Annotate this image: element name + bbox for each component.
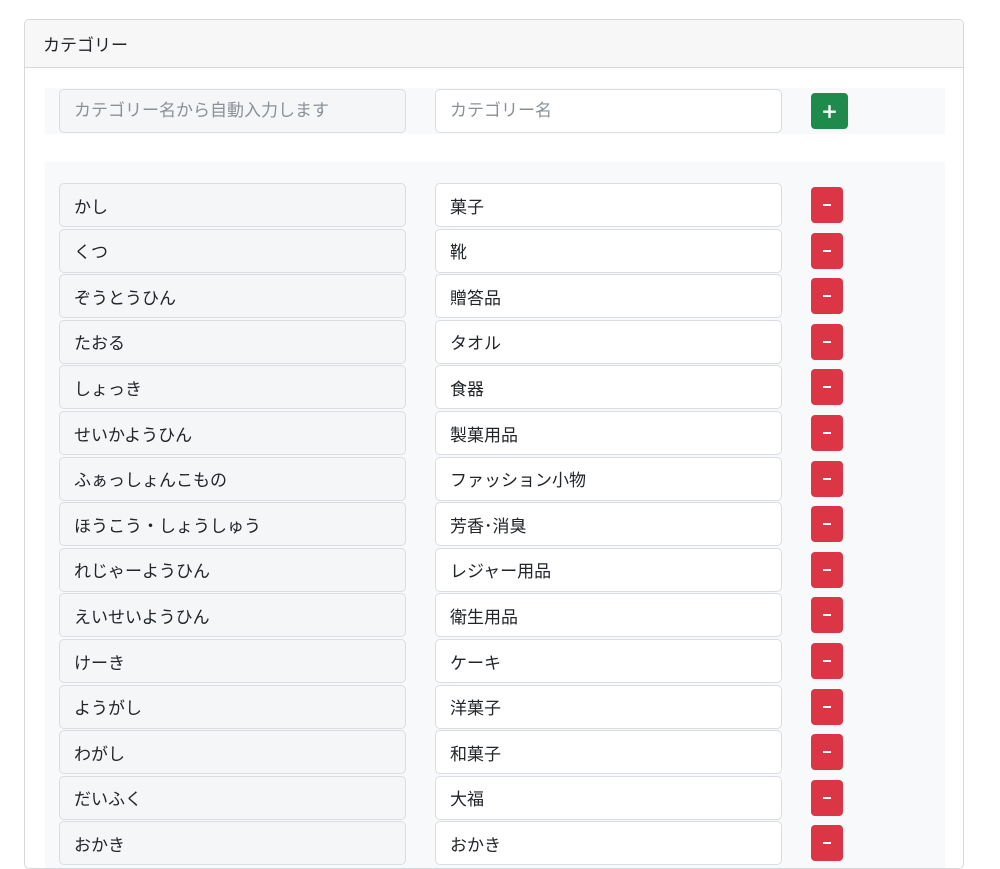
category-yomi-field[interactable]: だいふく bbox=[59, 775, 406, 820]
minus-icon bbox=[823, 249, 831, 252]
remove-category-button[interactable] bbox=[811, 415, 843, 451]
minus-icon bbox=[823, 705, 831, 708]
minus-icon bbox=[823, 842, 831, 845]
category-row: おかき おかき bbox=[45, 820, 945, 866]
category-name-field[interactable]: 贈答品 bbox=[435, 274, 782, 319]
category-row: くつ靴 bbox=[45, 228, 945, 274]
minus-icon bbox=[823, 295, 831, 298]
remove-category-button[interactable] bbox=[811, 323, 843, 360]
category-yomi-field[interactable]: ようがし bbox=[59, 684, 406, 729]
minus-icon bbox=[823, 386, 831, 389]
category-row: たおる タオル bbox=[45, 319, 945, 365]
category-row: わがし 和菓子 bbox=[45, 729, 945, 775]
minus-icon bbox=[823, 477, 831, 480]
remove-category-button[interactable] bbox=[811, 734, 843, 771]
category-yomi-field[interactable]: せいかようひん bbox=[59, 411, 406, 455]
remove-category-button[interactable] bbox=[811, 187, 843, 223]
category-row: しょっき 食器 bbox=[45, 364, 945, 410]
category-row: せいかようひん 製菓用品 bbox=[45, 410, 945, 456]
category-row: ふぁっしょんこもの ファッション小物 bbox=[45, 456, 945, 502]
category-yomi-field[interactable]: かし bbox=[59, 183, 406, 227]
category-yomi-field[interactable]: くつ bbox=[59, 228, 406, 273]
category-row: だいふく 大福 bbox=[45, 775, 945, 821]
remove-category-button[interactable] bbox=[811, 643, 843, 679]
minus-icon bbox=[823, 796, 831, 799]
category-name-field[interactable]: 靴 bbox=[435, 228, 782, 273]
category-yomi-field[interactable]: れじゃーようひん bbox=[59, 547, 406, 592]
category-name-field[interactable]: 大福 bbox=[435, 775, 782, 820]
category-yomi-field[interactable]: ふぁっしょんこもの bbox=[59, 456, 406, 501]
minus-icon bbox=[823, 523, 831, 526]
category-yomi-field[interactable]: けーき bbox=[59, 639, 406, 683]
category-name-field[interactable]: 和菓子 bbox=[435, 730, 782, 775]
category-row: ようがし 洋菓子 bbox=[45, 684, 945, 730]
minus-icon bbox=[823, 432, 831, 434]
category-list: かし 菓子 くつ靴ぞうとうひん 贈答品 たおる タオル しょっき 食器 せいかようひん 製菓用品ふ… bbox=[45, 162, 945, 868]
minus-icon bbox=[823, 340, 831, 343]
category-yomi-field[interactable]: えいせいようひん bbox=[59, 593, 406, 638]
add-category-button[interactable]: + bbox=[811, 93, 848, 129]
category-yomi-field[interactable]: しょっき bbox=[59, 365, 406, 410]
category-name-field[interactable]: 洋菓子 bbox=[435, 684, 782, 729]
category-row: えいせいようひん 衛生用品 bbox=[45, 592, 945, 638]
category-row: かし 菓子 bbox=[45, 182, 945, 228]
category-yomi-field[interactable]: ほうこう・しょうしゅう bbox=[59, 502, 406, 547]
remove-category-button[interactable] bbox=[811, 460, 843, 497]
category-name-field[interactable]: タオル bbox=[435, 319, 782, 364]
remove-category-button[interactable] bbox=[811, 779, 843, 816]
category-row: けーき ケーキ bbox=[45, 638, 945, 684]
category-yomi-field[interactable]: たおる bbox=[59, 319, 406, 364]
minus-icon bbox=[823, 751, 831, 754]
card-header: カテゴリー bbox=[25, 20, 963, 68]
new-yomi-input[interactable] bbox=[59, 89, 406, 133]
category-row: ぞうとうひん 贈答品 bbox=[45, 273, 945, 319]
category-name-field[interactable]: レジャー用品 bbox=[435, 547, 782, 592]
category-name-field[interactable]: ファッション小物 bbox=[435, 456, 782, 501]
remove-category-button[interactable] bbox=[811, 825, 843, 862]
category-name-field[interactable]: ケーキ bbox=[435, 639, 782, 683]
category-row: ほうこう・しょうしゅう 芳香･消臭 bbox=[45, 501, 945, 547]
new-name-input[interactable] bbox=[435, 89, 782, 133]
card-title: カテゴリー bbox=[43, 36, 128, 56]
remove-category-button[interactable] bbox=[811, 369, 843, 406]
category-name-field[interactable]: 食器 bbox=[435, 365, 782, 410]
minus-icon bbox=[823, 614, 831, 617]
remove-category-button[interactable] bbox=[811, 232, 843, 269]
category-name-field[interactable]: 菓子 bbox=[435, 183, 782, 227]
category-name-field[interactable]: 芳香･消臭 bbox=[435, 502, 782, 547]
plus-icon: + bbox=[821, 99, 838, 123]
category-name-field[interactable]: 製菓用品 bbox=[435, 411, 782, 455]
remove-category-button[interactable] bbox=[811, 597, 843, 634]
category-yomi-field[interactable]: ぞうとうひん bbox=[59, 274, 406, 319]
category-yomi-field[interactable]: わがし bbox=[59, 730, 406, 775]
minus-icon bbox=[823, 660, 831, 662]
minus-icon bbox=[823, 568, 831, 571]
remove-category-button[interactable] bbox=[811, 688, 843, 725]
new-category-row: + bbox=[45, 88, 945, 134]
category-card: カテゴリー + かし菓子くつ靴ぞうとうひん贈答品たおるタオルしょっき食器せいかよ… bbox=[24, 19, 964, 869]
remove-category-button[interactable] bbox=[811, 278, 843, 315]
category-row: れじゃーようひん レジャー用品 bbox=[45, 547, 945, 593]
remove-category-button[interactable] bbox=[811, 551, 843, 588]
minus-icon bbox=[823, 204, 831, 206]
remove-category-button[interactable] bbox=[811, 506, 843, 543]
category-name-field[interactable]: 衛生用品 bbox=[435, 593, 782, 638]
category-name-field[interactable]: おかき bbox=[435, 821, 782, 866]
category-yomi-field[interactable]: おかき bbox=[59, 821, 406, 866]
